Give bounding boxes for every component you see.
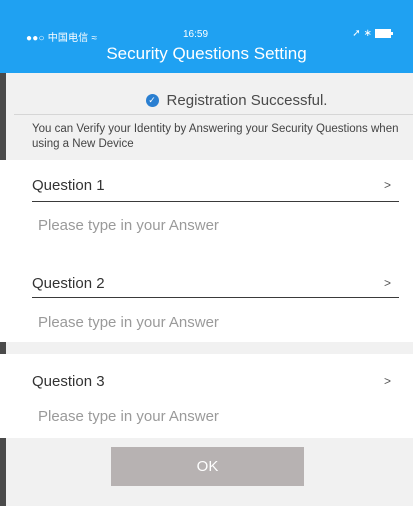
chevron-right-icon: >: [383, 178, 391, 192]
question-selector-2[interactable]: Question 2 >: [32, 268, 399, 298]
question-label: Question 1: [32, 176, 105, 194]
question-block-2: Question 2 >: [0, 256, 413, 342]
app-screen: ●●○ 中国电信 ≈ 16:59 ➚ ∗ Security Questions …: [0, 0, 413, 506]
success-text: Registration Successful.: [166, 91, 328, 109]
hint-text: You can Verify your Identity by Answerin…: [32, 123, 399, 150]
status-time: 16:59: [183, 29, 209, 40]
ok-button[interactable]: OK: [111, 447, 304, 486]
chevron-right-icon: >: [383, 276, 391, 290]
question-underline: [32, 201, 399, 202]
question-block-1: Question 1 >: [0, 160, 413, 256]
question-block-3: Question 3 >: [0, 354, 413, 438]
page-title: Security Questions Setting: [106, 44, 307, 63]
wifi-icon: ≈: [91, 33, 98, 44]
question-selector-1[interactable]: Question 1 >: [32, 170, 399, 200]
question-underline: [32, 297, 399, 298]
carrier-label: ●●○ 中国电信: [26, 33, 92, 44]
answer-input-3[interactable]: [38, 403, 388, 429]
check-circle-icon: ✓: [145, 93, 159, 107]
answer-input-2[interactable]: [38, 309, 388, 335]
question-selector-3[interactable]: Question 3 >: [32, 366, 399, 396]
chevron-right-icon: >: [383, 374, 391, 388]
divider: [14, 114, 413, 115]
battery-icon: [375, 29, 393, 38]
question-label: Question 2: [32, 274, 105, 292]
status-icons: ➚ ∗: [352, 28, 393, 39]
bluetooth-icon: ∗: [363, 28, 372, 39]
header-bar: ●●○ 中国电信 ≈ 16:59 ➚ ∗ Security Questions …: [0, 0, 413, 73]
location-arrow-icon: ➚: [352, 28, 361, 39]
question-label: Question 3: [32, 372, 105, 390]
answer-input-1[interactable]: [38, 212, 388, 238]
status-carrier: ●●○ 中国电信 ≈: [26, 29, 97, 44]
success-banner: ✓ Registration Successful.: [0, 87, 413, 113]
